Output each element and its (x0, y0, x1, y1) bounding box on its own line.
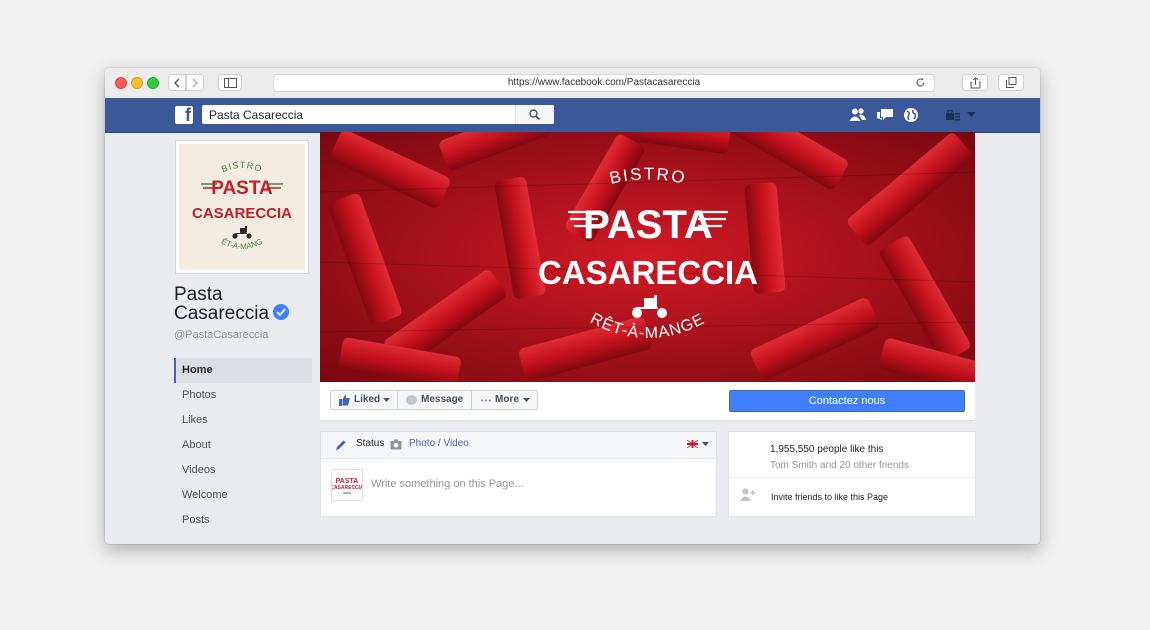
pencil-icon (336, 440, 346, 450)
tabs-icon (1006, 77, 1017, 88)
svg-text:CASARECCIA: CASARECCIA (332, 485, 362, 491)
sidebar-item-home[interactable]: Home (174, 358, 312, 383)
search-icon (529, 109, 540, 120)
caret-down-icon (383, 398, 390, 402)
sidebar-icon (224, 78, 237, 88)
more-button[interactable]: More (471, 390, 538, 410)
svg-text:PASTA: PASTA (583, 203, 713, 247)
search-button[interactable] (515, 105, 554, 124)
page-title: Pasta Casareccia (174, 285, 304, 323)
caret-down-icon (523, 398, 530, 402)
sidebar-item-welcome[interactable]: Welcome (174, 483, 312, 508)
svg-text:PASTA: PASTA (336, 478, 359, 485)
messenger-icon (406, 395, 417, 405)
messages-icon[interactable] (876, 107, 894, 123)
post-composer: Status Photo / Video PASTA CASARECCIA Wr… (320, 431, 717, 517)
caret-down-icon[interactable] (702, 442, 709, 447)
url-text: https://www.facebook.com/Pastacasareccia (507, 77, 701, 88)
friend-requests-icon[interactable] (849, 107, 867, 123)
sidebar-item-photos[interactable]: Photos (174, 383, 312, 408)
uk-flag-icon[interactable] (687, 440, 698, 448)
search-box (202, 105, 554, 124)
account-menu-caret-icon[interactable] (967, 112, 976, 118)
share-icon (970, 77, 981, 89)
close-window-button[interactable] (115, 77, 127, 89)
forward-button[interactable] (186, 74, 204, 91)
page-likes-card: 1,955,550 people like this Tom Smith and… (728, 431, 976, 517)
profile-picture[interactable]: BISTRO PASTA CASARECCIA PRÊT-À-MANGER (175, 137, 309, 274)
browser-window: https://www.facebook.com/Pastacasareccia… (105, 68, 1040, 544)
facebook-logo[interactable]: f (175, 105, 193, 125)
avatar: PASTA CASARECCIA (330, 469, 364, 501)
zoom-window-button[interactable] (147, 77, 159, 89)
svg-text:CASARECCIA: CASARECCIA (538, 254, 758, 291)
show-sidebar-button[interactable] (218, 74, 242, 91)
ellipsis-icon (481, 399, 491, 402)
sidebar-item-likes[interactable]: Likes (174, 408, 312, 433)
page-username[interactable]: @PastaCasareccia (174, 329, 268, 341)
sidebar-item-posts[interactable]: Posts (174, 508, 312, 533)
back-button[interactable] (168, 74, 186, 91)
divider (729, 477, 975, 478)
sidebar-item-videos[interactable]: Videos (174, 458, 312, 483)
browser-toolbar: https://www.facebook.com/Pastacasareccia (105, 68, 1040, 99)
contact-us-button[interactable]: Contactez nous (729, 390, 965, 412)
verified-badge-icon (273, 304, 290, 320)
penne-pasta-background: BISTRO PASTA CASARECCIA PRÊT-À-MANGER (320, 132, 975, 382)
share-button[interactable] (962, 74, 988, 91)
facebook-header: f (105, 98, 1040, 133)
friends-who-like[interactable]: Tom Smith and 20 other friends (770, 460, 909, 471)
thumbs-up-icon (339, 395, 350, 406)
message-button[interactable]: Message (397, 390, 472, 410)
reload-icon[interactable] (915, 77, 926, 88)
svg-text:BISTRO: BISTRO (220, 160, 264, 174)
svg-text:PASTA: PASTA (211, 178, 273, 199)
invite-friends-icon (740, 488, 756, 501)
chevron-right-icon (192, 78, 198, 88)
address-bar[interactable]: https://www.facebook.com/Pastacasareccia (273, 74, 935, 92)
brand-logo: BISTRO PASTA CASARECCIA PRÊT-À-MANGER (176, 137, 305, 270)
composer-tabs: Status Photo / Video (321, 432, 716, 459)
chevron-left-icon (174, 78, 180, 88)
svg-text:CASARECCIA: CASARECCIA (192, 205, 292, 222)
search-input[interactable] (202, 105, 519, 124)
tab-status[interactable]: Status (356, 438, 384, 449)
likes-count: 1,955,550 people like this (770, 444, 884, 455)
page-sidebar-nav: Home Photos Likes About Videos Welcome P… (174, 358, 312, 533)
minimize-window-button[interactable] (131, 77, 143, 89)
camera-icon (390, 439, 402, 450)
invite-friends-link[interactable]: Invite friends to like this Page (771, 492, 888, 502)
privacy-shortcuts-icon[interactable] (946, 110, 960, 121)
liked-button[interactable]: Liked (330, 390, 398, 410)
show-tabs-button[interactable] (998, 74, 1024, 91)
sidebar-item-about[interactable]: About (174, 433, 312, 458)
notifications-globe-icon[interactable] (903, 107, 919, 123)
composer-text-input[interactable]: Write something on this Page... (371, 478, 524, 490)
cover-photo[interactable]: BISTRO PASTA CASARECCIA PRÊT-À-MANGER (320, 132, 975, 382)
page-action-bar: Liked Message More Contactez nous (320, 382, 975, 421)
tab-photo-video[interactable]: Photo / Video (409, 438, 469, 449)
